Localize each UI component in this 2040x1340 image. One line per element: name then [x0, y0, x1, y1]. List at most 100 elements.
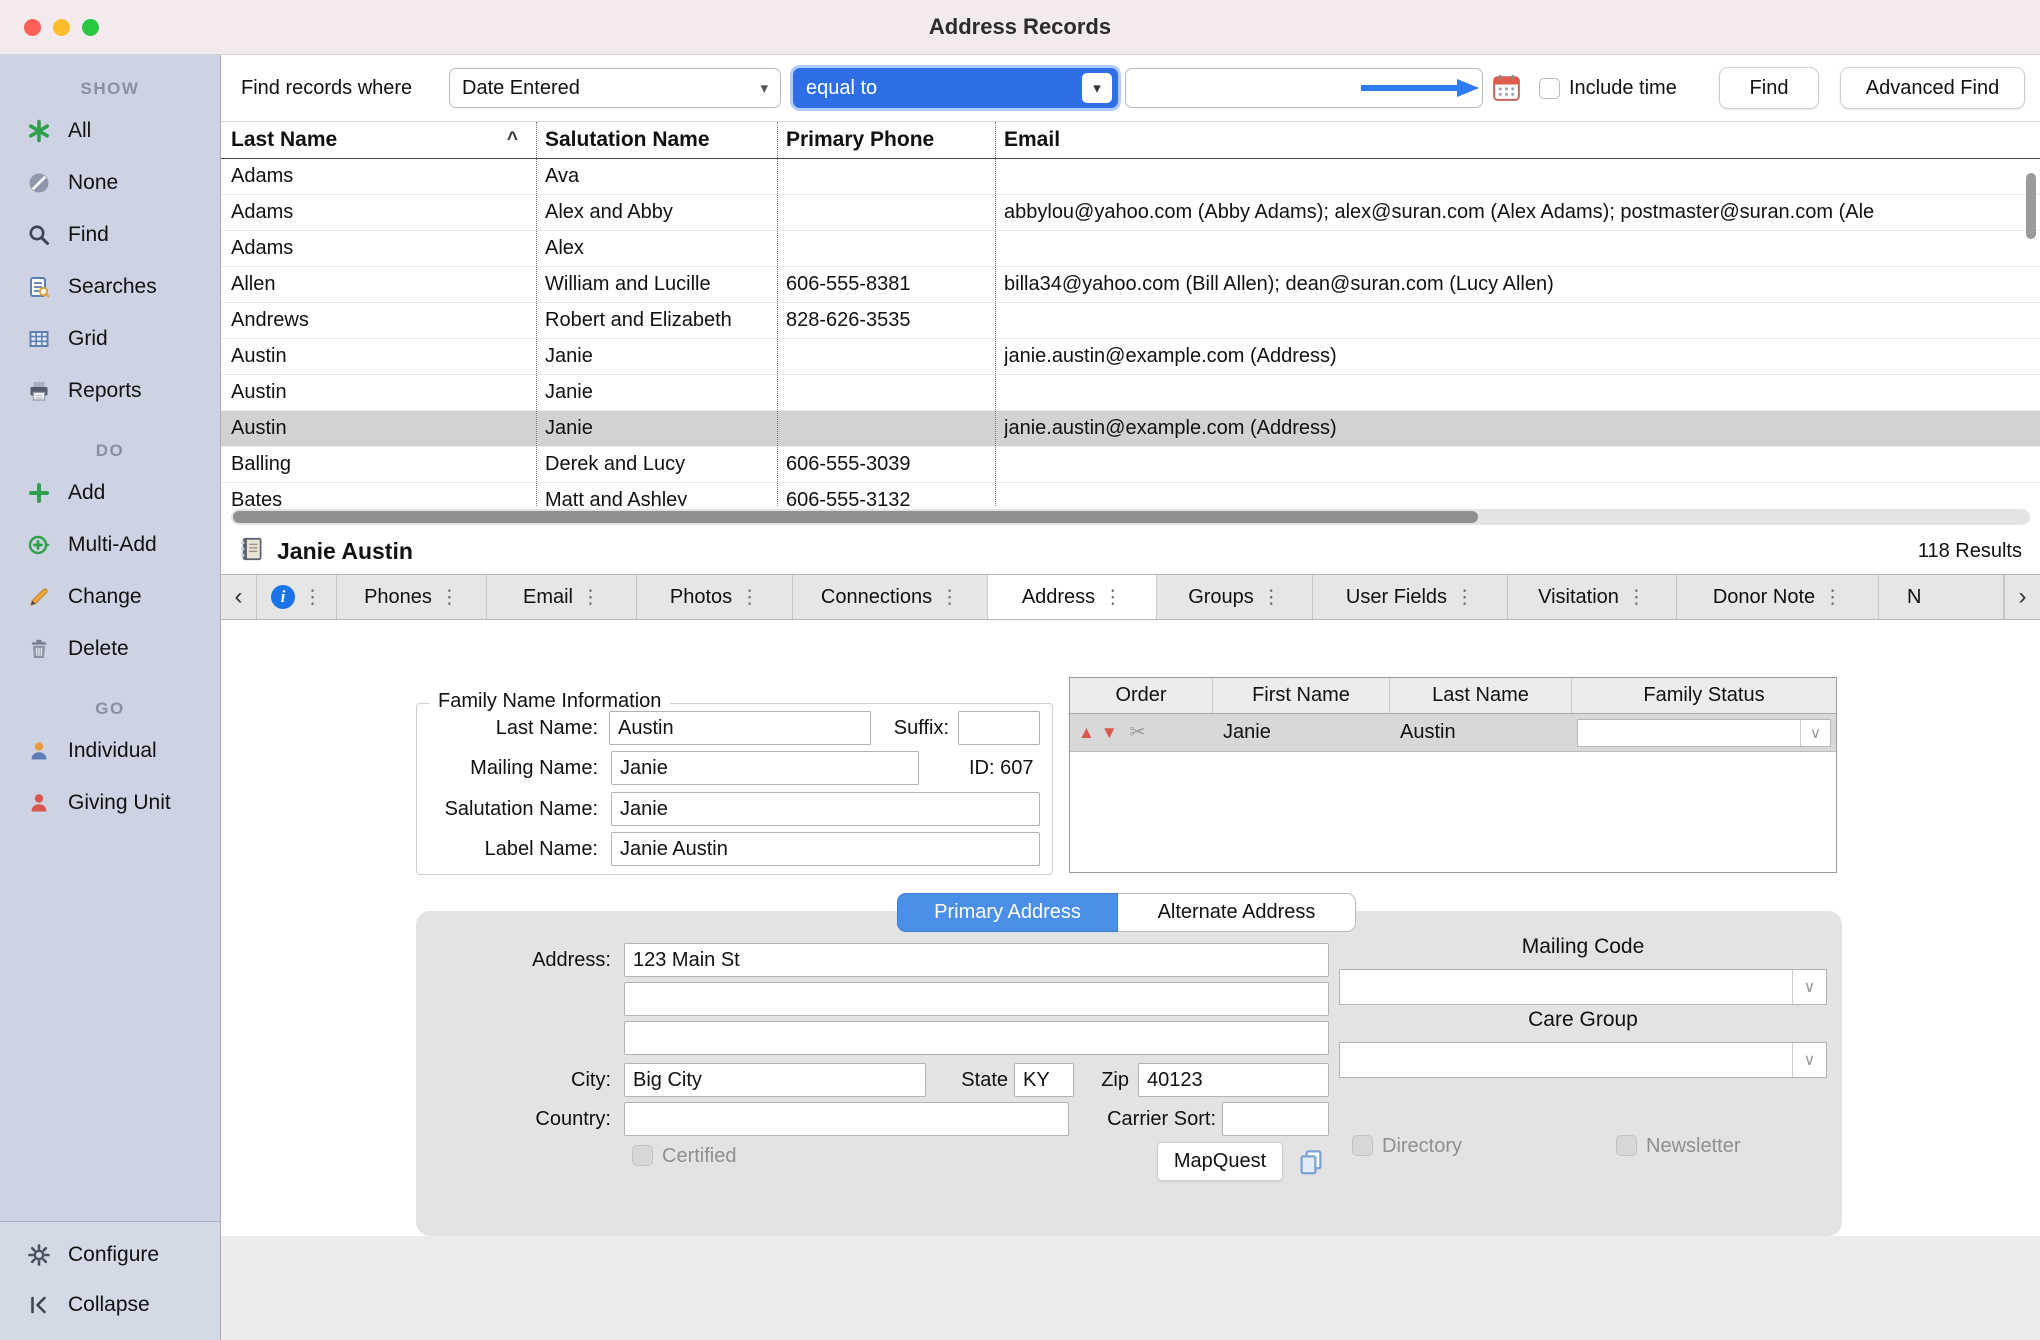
- label-name-field[interactable]: [611, 832, 1040, 866]
- tab-menu-dots-icon[interactable]: ⋮: [440, 586, 459, 609]
- tab-donor-note[interactable]: Donor Note⋮: [1677, 575, 1879, 619]
- tab-menu-dots-icon[interactable]: ⋮: [1627, 586, 1646, 609]
- grid-icon: [26, 326, 52, 352]
- tab-groups[interactable]: Groups⋮: [1157, 575, 1313, 619]
- tab-menu-dots-icon[interactable]: ⋮: [1823, 586, 1842, 609]
- table-row[interactable]: Austin Janie janie.austin@example.com (A…: [221, 339, 2040, 375]
- table-row[interactable]: Bates Matt and Ashley 606-555-3132: [221, 483, 2040, 506]
- tab-user-fields[interactable]: User Fields⋮: [1313, 575, 1508, 619]
- salutation-name-field[interactable]: [611, 792, 1040, 826]
- copy-address-icon[interactable]: [1292, 1143, 1330, 1181]
- tab-email[interactable]: Email⋮: [487, 575, 637, 619]
- newsletter-checkbox[interactable]: [1616, 1135, 1637, 1156]
- tab-notes-cut[interactable]: N: [1879, 575, 2004, 619]
- include-time-checkbox[interactable]: [1539, 78, 1560, 99]
- family-status-dropdown[interactable]: ∨: [1577, 719, 1831, 747]
- table-row[interactable]: Adams Alex: [221, 231, 2040, 267]
- directory-checkbox[interactable]: [1352, 1135, 1373, 1156]
- column-header-last-name[interactable]: Last Name ^: [221, 122, 537, 158]
- sidebar-item-configure[interactable]: Configure: [0, 1230, 220, 1280]
- tab-menu-dots-icon[interactable]: ⋮: [1103, 586, 1122, 609]
- field-dropdown[interactable]: Date Entered ▾: [449, 68, 781, 108]
- country-field[interactable]: [624, 1102, 1069, 1136]
- address-line1-field[interactable]: [624, 943, 1329, 977]
- column-header-primary-phone[interactable]: Primary Phone: [778, 122, 996, 158]
- tab-address[interactable]: Address⋮: [988, 575, 1157, 619]
- operator-dropdown[interactable]: equal to ▾: [793, 68, 1118, 108]
- tab-connections[interactable]: Connections⋮: [793, 575, 988, 619]
- minimize-button[interactable]: [53, 19, 70, 36]
- vertical-scrollbar-thumb[interactable]: [2026, 173, 2036, 239]
- city-field[interactable]: [624, 1063, 926, 1097]
- sidebar-item-label: Reports: [68, 379, 142, 403]
- member-row[interactable]: ▲ ▼ ✂ Janie Austin ∨: [1070, 714, 1836, 752]
- mapquest-button[interactable]: MapQuest: [1157, 1142, 1283, 1181]
- sidebar-item-find[interactable]: Find: [0, 209, 220, 261]
- tab-menu-dots-icon[interactable]: ⋮: [1262, 586, 1281, 609]
- scissors-icon[interactable]: ✂: [1130, 721, 1146, 744]
- tab-menu-dots-icon[interactable]: ⋮: [940, 586, 959, 609]
- carrier-sort-label: Carrier Sort:: [1076, 1102, 1216, 1136]
- sidebar-item-multi-add[interactable]: Multi-Add: [0, 519, 220, 571]
- mailing-code-dropdown[interactable]: ∨: [1339, 969, 1827, 1005]
- sidebar-item-none[interactable]: None: [0, 157, 220, 209]
- table-row[interactable]: Austin Janie: [221, 375, 2040, 411]
- primary-address-tab[interactable]: Primary Address: [897, 893, 1118, 932]
- last-name-field[interactable]: [609, 711, 871, 745]
- tab-visitation[interactable]: Visitation⋮: [1508, 575, 1677, 619]
- advanced-find-button[interactable]: Advanced Find: [1840, 67, 2025, 109]
- mailing-name-field[interactable]: [611, 751, 919, 785]
- tab-menu-dots-icon[interactable]: ⋮: [303, 586, 322, 609]
- zoom-button[interactable]: [82, 19, 99, 36]
- mailing-code-label: Mailing Code: [1339, 935, 1827, 959]
- certified-checkbox[interactable]: [632, 1145, 653, 1166]
- find-button[interactable]: Find: [1719, 67, 1819, 109]
- table-row[interactable]: Balling Derek and Lucy 606-555-3039: [221, 447, 2040, 483]
- tab-menu-dots-icon[interactable]: ⋮: [740, 586, 759, 609]
- sidebar-item-giving-unit[interactable]: Giving Unit: [0, 777, 220, 829]
- alternate-address-tab[interactable]: Alternate Address: [1118, 893, 1356, 932]
- sidebar-item-grid[interactable]: Grid: [0, 313, 220, 365]
- include-time-label: Include time: [1569, 55, 1677, 121]
- tabs-scroll-right-icon[interactable]: ›: [2004, 575, 2040, 619]
- tab-info[interactable]: i ⋮: [257, 575, 337, 619]
- address-line3-field[interactable]: [624, 1021, 1329, 1055]
- table-row[interactable]: Adams Alex and Abby abbylou@yahoo.com (A…: [221, 195, 2040, 231]
- sidebar-item-all[interactable]: All: [0, 105, 220, 157]
- sidebar-item-add[interactable]: Add: [0, 467, 220, 519]
- tab-menu-dots-icon[interactable]: ⋮: [581, 586, 600, 609]
- find-value-input[interactable]: [1125, 68, 1483, 108]
- suffix-field[interactable]: [958, 711, 1040, 745]
- sidebar-item-delete[interactable]: Delete: [0, 623, 220, 675]
- care-group-dropdown[interactable]: ∨: [1339, 1042, 1827, 1078]
- tab-photos[interactable]: Photos⋮: [637, 575, 793, 619]
- sidebar-item-collapse[interactable]: Collapse: [0, 1280, 220, 1330]
- state-label: State: [936, 1063, 1008, 1097]
- salutation-name-label: Salutation Name:: [401, 792, 598, 826]
- column-header-salutation-name[interactable]: Salutation Name: [537, 122, 778, 158]
- table-row[interactable]: Allen William and Lucille 606-555-8381 b…: [221, 267, 2040, 303]
- calendar-icon[interactable]: [1490, 71, 1523, 104]
- sidebar-item-reports[interactable]: Reports: [0, 365, 220, 417]
- table-row[interactable]: Andrews Robert and Elizabeth 828-626-353…: [221, 303, 2040, 339]
- column-header-email[interactable]: Email: [996, 122, 2040, 158]
- state-field[interactable]: [1014, 1063, 1074, 1097]
- horizontal-scrollbar-thumb[interactable]: [233, 511, 1478, 523]
- table-row-selected[interactable]: Austin Janie janie.austin@example.com (A…: [221, 411, 2040, 447]
- zip-field[interactable]: [1138, 1063, 1329, 1097]
- tab-phones[interactable]: Phones⋮: [337, 575, 487, 619]
- table-body: Adams Ava Adams Alex and Abby abbylou@ya…: [221, 159, 2040, 506]
- carrier-sort-field[interactable]: [1222, 1102, 1329, 1136]
- sidebar-item-searches[interactable]: Searches: [0, 261, 220, 313]
- horizontal-scrollbar-track[interactable]: [231, 509, 2030, 525]
- tabs-scroll-left-icon[interactable]: ‹: [221, 575, 257, 619]
- sidebar-footer: Configure Collapse: [0, 1221, 220, 1340]
- table-row[interactable]: Adams Ava: [221, 159, 2040, 195]
- close-button[interactable]: [24, 19, 41, 36]
- move-up-icon[interactable]: ▲: [1078, 723, 1095, 743]
- address-line2-field[interactable]: [624, 982, 1329, 1016]
- sidebar-item-change[interactable]: Change: [0, 571, 220, 623]
- move-down-icon[interactable]: ▼: [1101, 723, 1118, 743]
- tab-menu-dots-icon[interactable]: ⋮: [1455, 586, 1474, 609]
- sidebar-item-individual[interactable]: Individual: [0, 725, 220, 777]
